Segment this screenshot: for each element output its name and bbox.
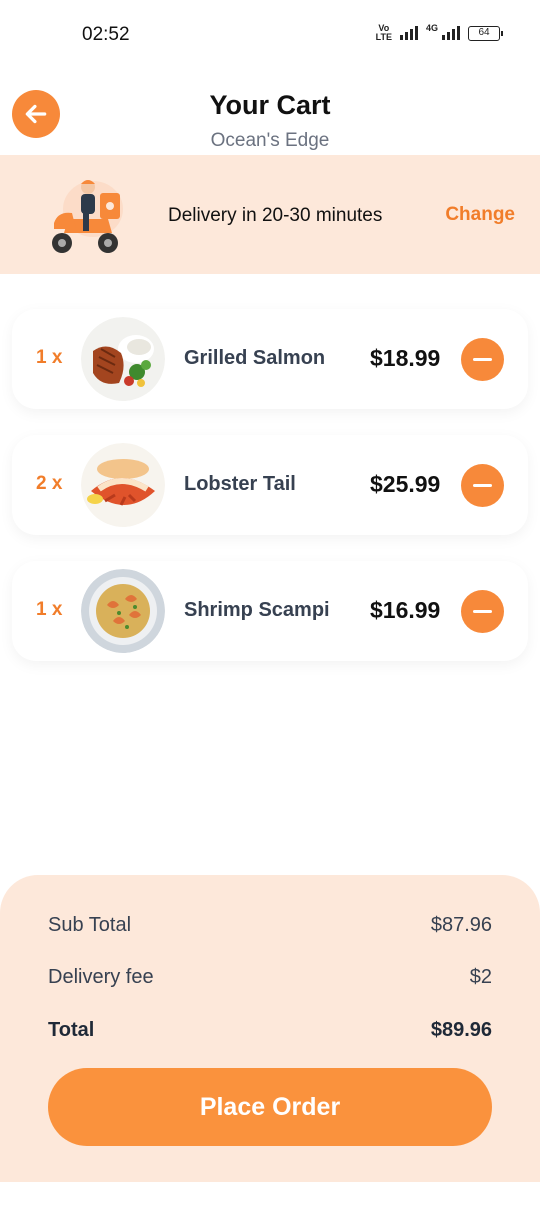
item-quantity: 1 x <box>36 347 63 368</box>
total-label: Total <box>48 1019 95 1041</box>
item-name: Lobster Tail <box>184 473 296 495</box>
item-name: Shrimp Scampi <box>184 599 330 621</box>
cart-item: 2 x Lobster Tail $25.99 <box>12 435 528 535</box>
change-delivery-link[interactable]: Change <box>445 204 515 226</box>
page-title: Your Cart <box>209 90 331 120</box>
volte-bottom: LTE <box>375 32 392 42</box>
delivery-banner: Delivery in 20-30 minutes Change <box>0 155 540 274</box>
item-quantity: 2 x <box>36 473 63 494</box>
item-quantity: 1 x <box>36 599 63 620</box>
shrimp-scampi-image <box>81 569 165 653</box>
status-time: 02:52 <box>82 24 130 45</box>
item-price: $18.99 <box>370 345 441 371</box>
minus-icon <box>473 358 492 361</box>
network-type-label: 4G <box>425 23 438 33</box>
total-value: $89.96 <box>430 1019 492 1041</box>
minus-icon <box>473 610 492 613</box>
delivery-time-text: Delivery in 20-30 minutes <box>168 205 383 226</box>
lobster-tail-image <box>81 443 165 527</box>
signal-icon <box>399 26 418 40</box>
signal-icon-2 <box>442 26 460 40</box>
status-bar: 02:52 Vo LTE 4G 64 <box>0 0 540 70</box>
place-order-button[interactable]: Place Order <box>48 1068 492 1146</box>
delivery-fee-label: Delivery fee <box>48 966 154 988</box>
cart-item: 1 x Shrimp Scampi $16.99 <box>12 561 528 661</box>
delivery-fee-row: Delivery fee $2 <box>48 966 492 989</box>
subtotal-row: Sub Total $87.96 <box>48 914 492 937</box>
subtotal-value: $87.96 <box>430 914 492 936</box>
remove-item-button[interactable] <box>461 590 504 633</box>
status-icons: Vo LTE 4G 64 <box>376 23 503 42</box>
item-price: $16.99 <box>370 597 441 623</box>
subtotal-label: Sub Total <box>48 914 132 936</box>
grilled-salmon-image <box>81 317 165 401</box>
item-price: $25.99 <box>370 471 441 497</box>
cart-item: 1 x Grilled Salmon $18.99 <box>12 309 528 409</box>
total-row: Total $89.96 <box>48 1019 492 1042</box>
battery-icon: 64 <box>468 25 503 41</box>
delivery-scooter-icon <box>52 180 123 253</box>
order-summary: Sub Total $87.96 Delivery fee $2 Total $… <box>0 875 540 1182</box>
minus-icon <box>473 484 492 487</box>
remove-item-button[interactable] <box>461 464 504 507</box>
delivery-fee-value: $2 <box>469 966 492 988</box>
restaurant-name: Ocean's Edge <box>210 130 330 151</box>
item-name: Grilled Salmon <box>184 347 326 369</box>
volte-icon: Vo LTE <box>376 24 392 42</box>
remove-item-button[interactable] <box>461 338 504 381</box>
